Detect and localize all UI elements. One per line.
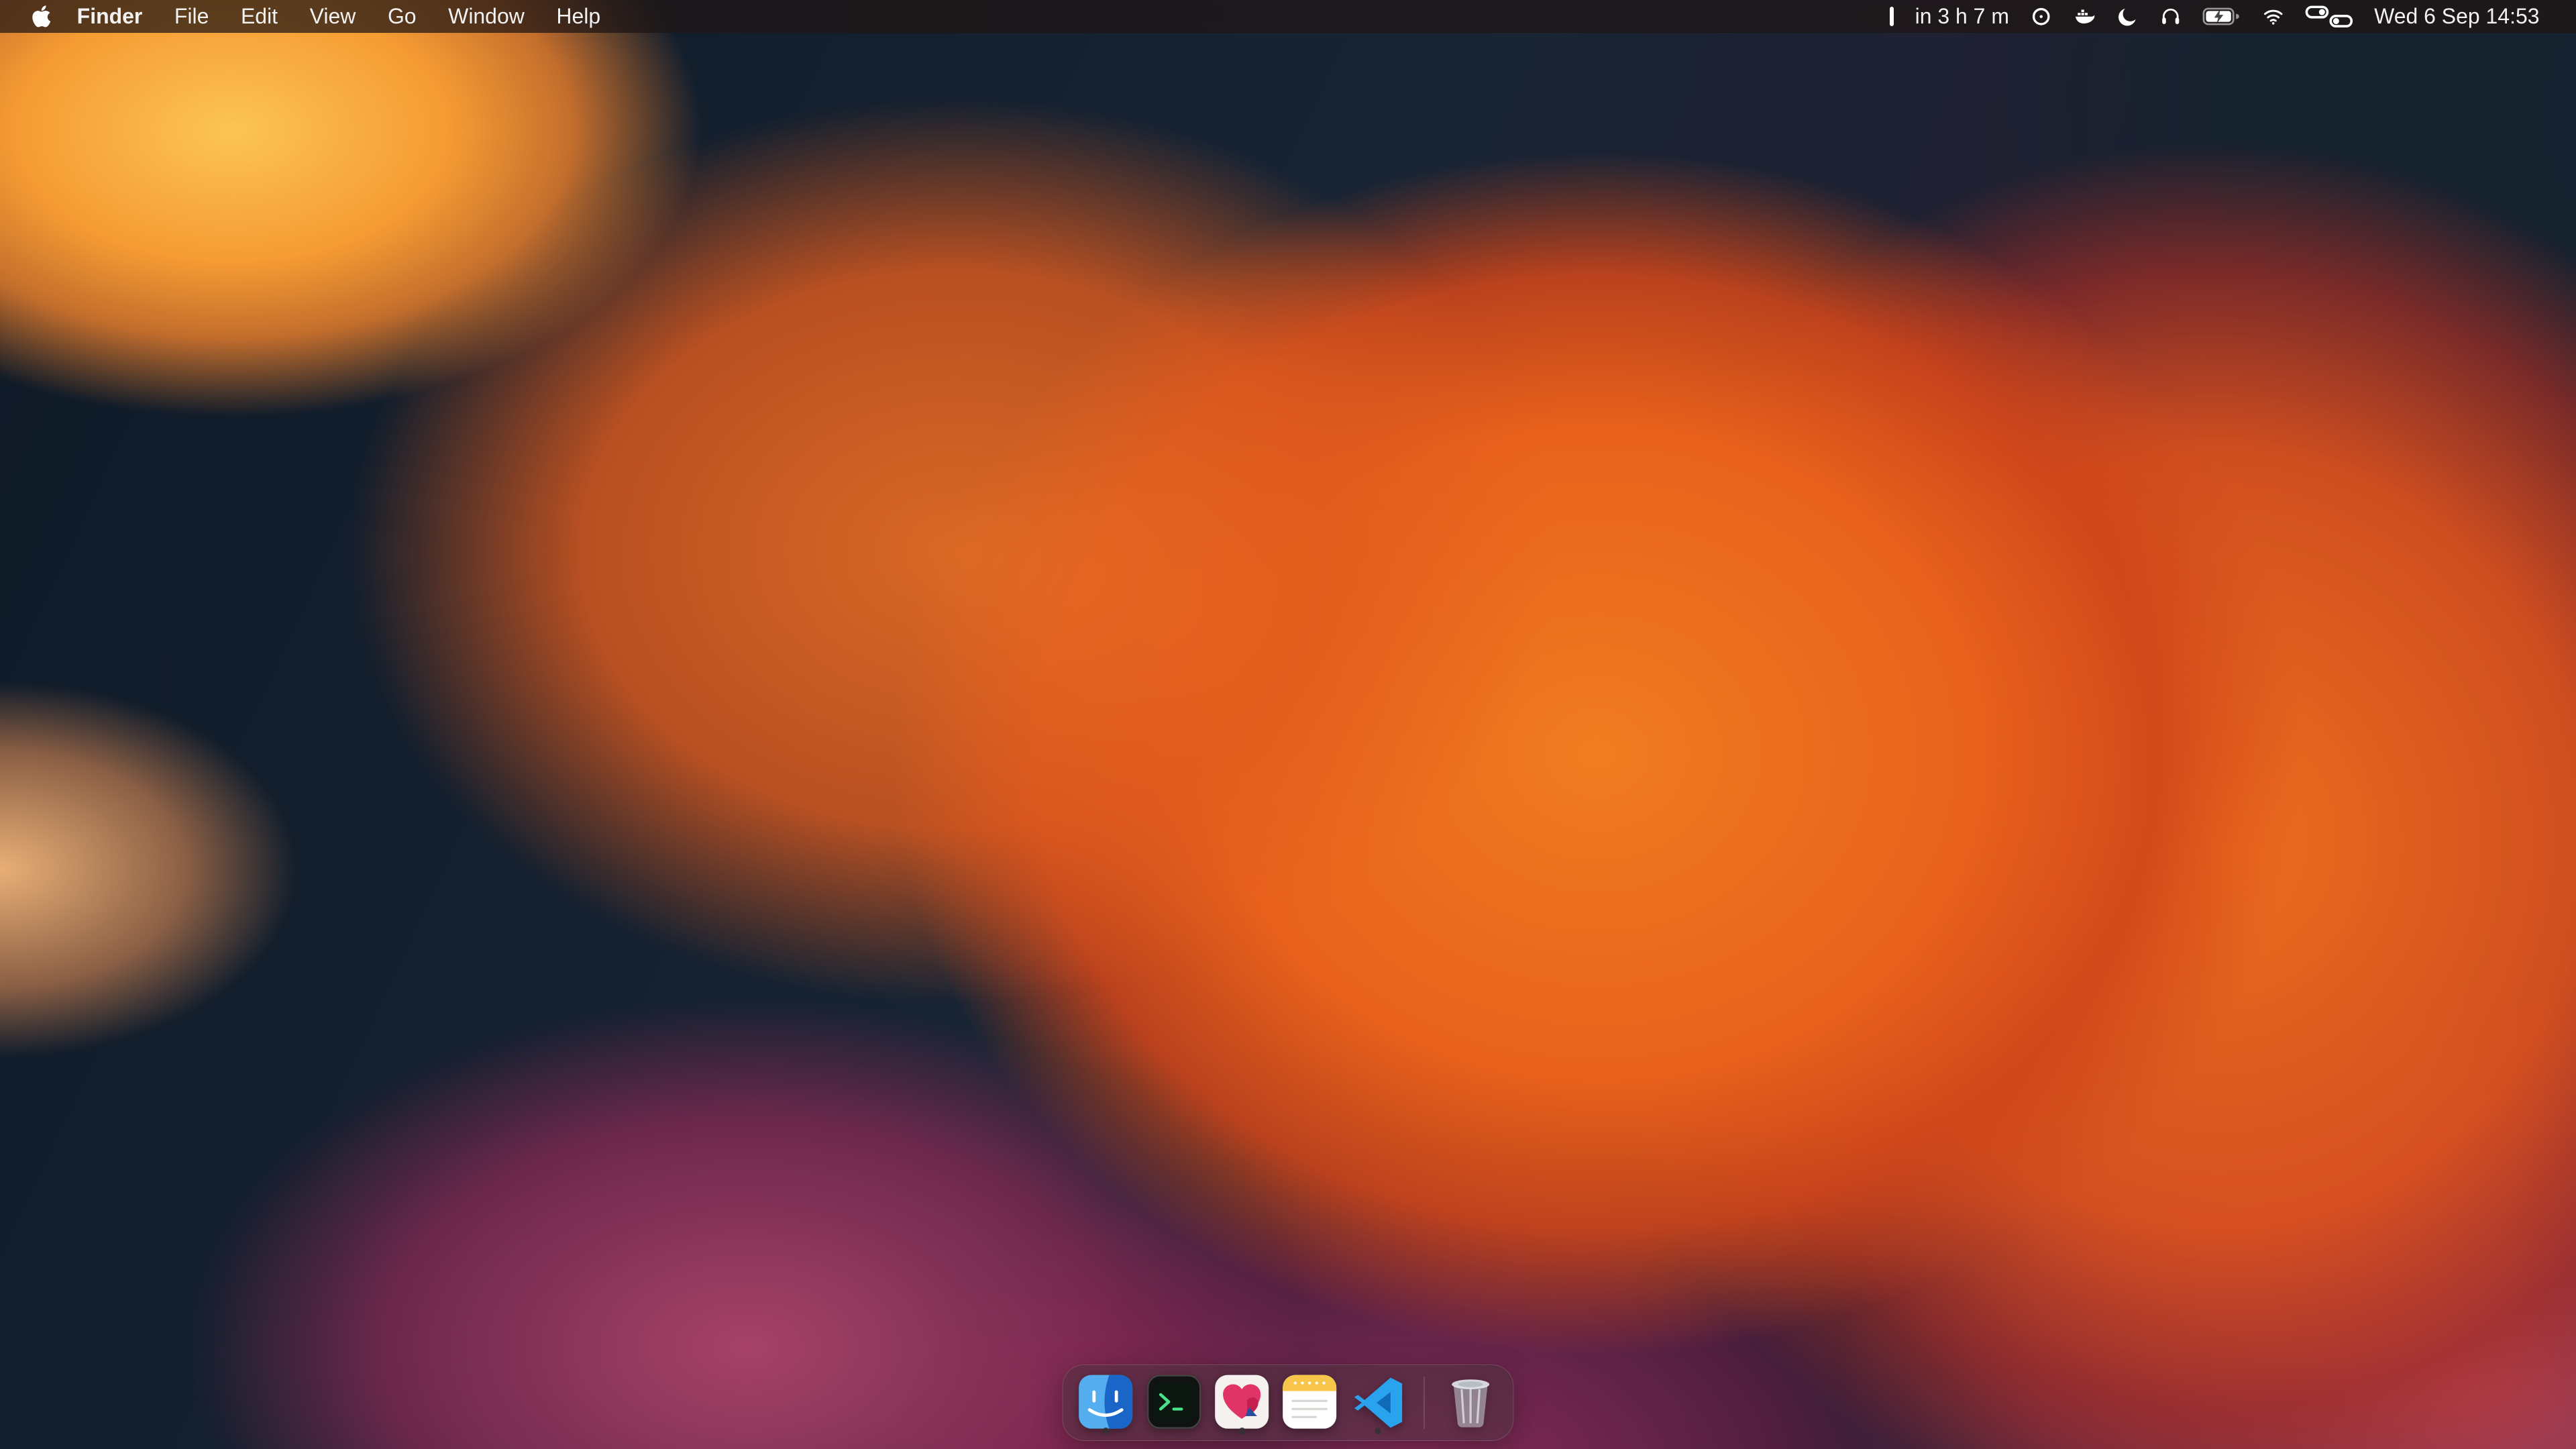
apple-menu-icon[interactable] — [22, 0, 61, 33]
dock-item-finder[interactable] — [1077, 1369, 1134, 1436]
pink-app-icon — [1213, 1373, 1270, 1430]
running-indicator-dot — [1238, 1428, 1245, 1434]
menu-window[interactable]: Window — [432, 0, 540, 33]
control-center-icon[interactable] — [2295, 0, 2363, 33]
menu-view[interactable]: View — [294, 0, 372, 33]
notes-icon — [1281, 1373, 1338, 1430]
running-indicator-dot — [1375, 1428, 1381, 1434]
dock-item-notes[interactable] — [1281, 1369, 1338, 1436]
menu-go[interactable]: Go — [372, 0, 432, 33]
running-indicator-dot — [1102, 1428, 1109, 1434]
menu-bar: Finder File Edit View Go Window Help in … — [0, 0, 2576, 33]
menu-bar-clock[interactable]: Wed 6 Sep 14:53 — [2363, 4, 2551, 29]
active-app-menu[interactable]: Finder — [61, 0, 158, 33]
menu-bar-left: Finder File Edit View Go Window Help — [22, 0, 616, 33]
dock-item-pink-app[interactable] — [1213, 1369, 1270, 1436]
desktop-wallpaper: Finder File Edit View Go Window Help in … — [0, 0, 2576, 1449]
battery-charging-icon[interactable] — [2192, 0, 2252, 33]
timer-status-text[interactable]: in 3 h 7 m — [1904, 4, 2021, 29]
menu-edit[interactable]: Edit — [225, 0, 294, 33]
terminal-icon — [1145, 1373, 1202, 1430]
dock-item-terminal[interactable] — [1145, 1369, 1202, 1436]
menu-help[interactable]: Help — [541, 0, 616, 33]
ring-icon[interactable] — [2020, 0, 2063, 33]
headphones-icon[interactable] — [2149, 0, 2192, 33]
trash-icon — [1442, 1373, 1499, 1430]
menu-bar-status: in 3 h 7 m — [1880, 0, 2551, 33]
recording-indicator-icon[interactable] — [1880, 0, 1904, 33]
finder-icon — [1077, 1373, 1134, 1430]
dock — [1062, 1364, 1513, 1441]
dock-item-vscode[interactable] — [1349, 1369, 1406, 1436]
focus-moon-icon[interactable] — [2106, 0, 2149, 33]
docker-whale-icon[interactable] — [2063, 0, 2106, 33]
wifi-icon[interactable] — [2251, 0, 2294, 33]
menu-file[interactable]: File — [158, 0, 225, 33]
dock-item-trash[interactable] — [1442, 1369, 1499, 1436]
vscode-icon — [1349, 1373, 1406, 1430]
